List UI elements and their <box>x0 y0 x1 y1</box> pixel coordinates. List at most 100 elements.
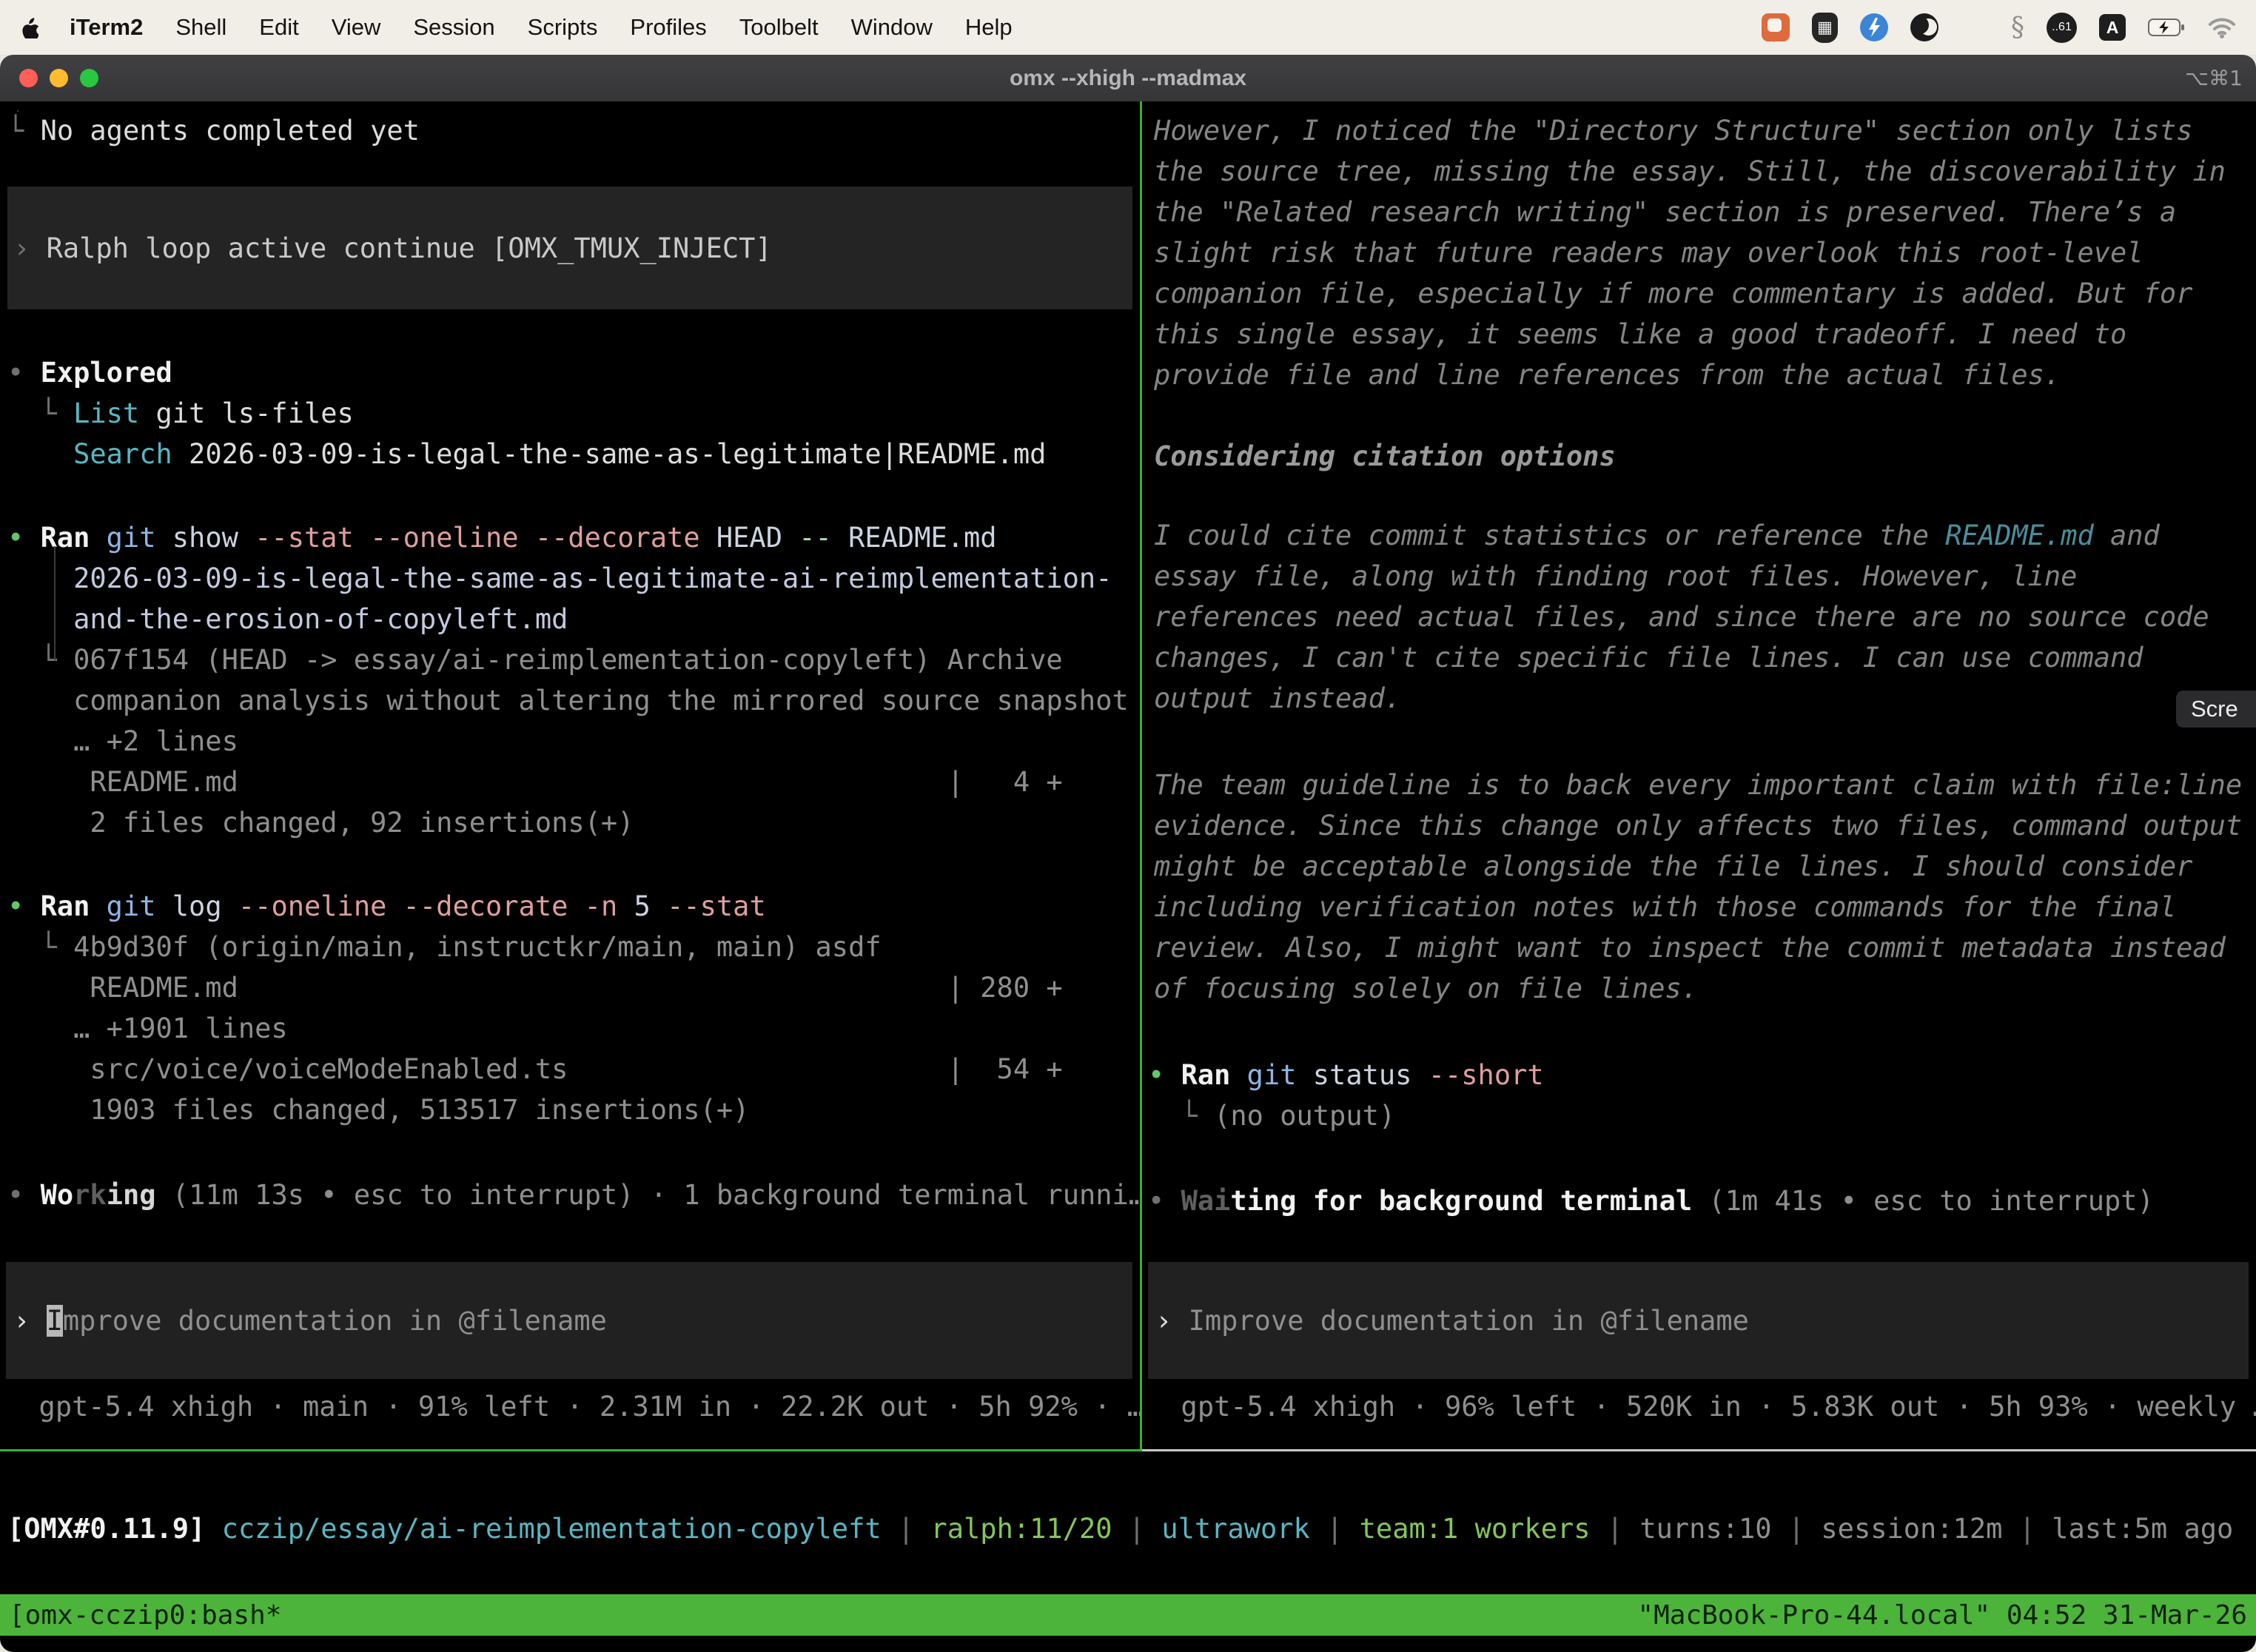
text-segment: Ran <box>1181 1059 1231 1091</box>
screen-overlay-label: Scre <box>2191 696 2238 722</box>
chat-bubble-shape <box>1767 19 1782 32</box>
badge-61-icon[interactable]: ..61 <box>2047 13 2077 43</box>
text-segment: └ <box>7 931 73 963</box>
right-terminal-pane[interactable]: However, I noticed the "Directory Struct… <box>1142 101 2256 1449</box>
status-icon-tray: ▦ § ..61 A <box>1762 13 2237 43</box>
text-segment: companion analysis without altering the … <box>7 685 1129 716</box>
text-segment: | <box>1772 1513 1822 1545</box>
menu-item[interactable]: Window <box>851 14 933 41</box>
tmux-status-bar: [omx-cczip0:bash* "MacBook-Pro-44.local"… <box>0 1594 2256 1636</box>
terminal-line: … +1901 lines <box>7 1008 1140 1049</box>
text-segment: └ <box>7 115 41 147</box>
text-segment: gpt-5.4 xhigh · main · 91% left · 2.31M … <box>6 1391 1140 1423</box>
text-segment: Ran <box>41 522 90 554</box>
terminal-body: └ No agents completed yet › Ralph loop a… <box>0 101 2256 1652</box>
text-segment: session:12m <box>1821 1513 2002 1545</box>
text-segment: provide file and line references from th… <box>1154 359 2061 391</box>
menu-item[interactable]: Scripts <box>528 14 598 41</box>
reasoning-paragraph: However, I noticed the "Directory Struct… <box>1154 110 2256 395</box>
terminal-line: 1903 files changed, 513517 insertions(+) <box>7 1089 1140 1130</box>
menu-item[interactable]: Profiles <box>630 14 706 41</box>
terminal-line: However, I noticed the "Directory Struct… <box>1154 110 2256 151</box>
menu-item[interactable]: Help <box>965 14 1013 41</box>
chat-app-icon[interactable] <box>1762 13 1790 41</box>
lightning-glyph <box>1860 13 1888 41</box>
prompt-input-right[interactable]: › Improve documentation in @filename <box>1148 1262 2249 1379</box>
terminal-line: README.md | 4 + <box>7 762 1140 802</box>
text-segment: › <box>13 232 47 264</box>
tmux-host-clock: "MacBook-Pro-44.local" 04:52 31-Mar-26 <box>1637 1600 2247 1631</box>
terminal-line: slight risk that future readers may over… <box>1154 232 2256 273</box>
tmux-session-name[interactable]: [omx-cczip0:bash* <box>9 1600 281 1631</box>
menu-item[interactable]: Shell <box>175 14 226 41</box>
terminal-line: • Explored <box>7 352 1140 393</box>
text-segment: • <box>1148 1059 1181 1091</box>
wifi-icon[interactable] <box>2207 16 2237 38</box>
text-segment: Wai <box>1181 1185 1231 1217</box>
terminal-line: • Ran git log --oneline --decorate -n 5 … <box>7 886 1140 927</box>
text-segment: I <box>47 1305 63 1337</box>
terminal-line: └ 067f154 (HEAD -> essay/ai-reimplementa… <box>7 639 1140 680</box>
terminal-line: output instead. <box>1154 678 2256 719</box>
menu-item[interactable]: iTerm2 <box>70 14 143 41</box>
text-segment: show <box>156 522 255 554</box>
shield-grid-icon[interactable]: ▦ <box>1812 13 1838 43</box>
text-segment: of focusing solely on file lines. <box>1154 973 1698 1004</box>
terminal-line: README.md | 280 + <box>7 967 1140 1008</box>
crescent-app-icon[interactable] <box>1910 13 1938 41</box>
left-terminal-pane[interactable]: └ No agents completed yet › Ralph loop a… <box>0 101 1140 1449</box>
prompt-input-left[interactable]: › Improve documentation in @filename <box>6 1262 1132 1379</box>
terminal-line: review. Also, I might want to inspect th… <box>1154 927 2256 968</box>
terminal-line: src/voice/voiceModeEnabled.ts | 54 + <box>7 1049 1140 1089</box>
terminal-line: └ No agents completed yet <box>7 110 1140 151</box>
text-segment <box>7 438 73 470</box>
apple-menu-icon[interactable] <box>19 16 38 38</box>
pane-border-bottom-inactive <box>1142 1449 2256 1451</box>
menu-item[interactable]: View <box>332 14 381 41</box>
terminal-line: the "Related research writing" section i… <box>1154 192 2256 232</box>
text-segment: • <box>7 522 41 554</box>
apple-logo-icon <box>19 16 38 38</box>
dots-grid-icon[interactable] <box>1961 13 1989 41</box>
terminal-line: might be acceptable alongside the file l… <box>1154 846 2256 887</box>
text-segment: ralph:11/20 <box>930 1513 1112 1545</box>
keyboard-layout-icon[interactable]: A <box>2099 14 2126 41</box>
text-segment: List <box>73 397 139 429</box>
text-segment: No agents completed yet <box>41 115 420 147</box>
text-segment: team:1 workers <box>1360 1513 1591 1545</box>
text-segment: • <box>7 890 41 922</box>
hook-icon[interactable]: § <box>2011 13 2024 43</box>
text-segment: and-the-erosion-of-copyleft.md <box>7 603 568 635</box>
window-title: omx --xhigh --madmax <box>0 55 2256 101</box>
blue-lightning-icon[interactable] <box>1860 13 1888 41</box>
text-segment: git <box>107 522 156 554</box>
text-segment: mprove documentation in @filename <box>63 1305 607 1337</box>
terminal-line: I could cite commit statistics or refere… <box>1154 515 2256 556</box>
text-segment: README.md <box>1945 520 2093 551</box>
terminal-line: • Ran git show --stat --oneline --decora… <box>7 517 1140 558</box>
text-segment: … +2 lines <box>7 725 238 757</box>
text-segment: ultrawork <box>1161 1513 1309 1545</box>
terminal-line: Search 2026-03-09-is-legal-the-same-as-l… <box>7 434 1140 474</box>
text-segment: README.md | 4 + <box>7 766 1063 798</box>
text-segment: git <box>1247 1059 1297 1091</box>
terminal-line: The team guideline is to back every impo… <box>1154 765 2256 805</box>
menu-item[interactable]: Edit <box>259 14 298 41</box>
prompt-input-text: › Improve documentation in @filename <box>1155 1300 1749 1341</box>
text-segment: --short <box>1429 1059 1544 1091</box>
text-segment: Explored <box>41 357 172 389</box>
screen-overlay-chip[interactable]: Scre <box>2176 691 2256 728</box>
terminal-line: of focusing solely on file lines. <box>1154 968 2256 1009</box>
pane-divider-vertical[interactable] <box>1140 101 1142 1451</box>
menu-item[interactable]: Toolbelt <box>739 14 819 41</box>
text-segment: --stat <box>667 890 766 922</box>
battery-icon[interactable] <box>2148 18 2185 37</box>
menu-item[interactable]: Session <box>413 14 494 41</box>
text-segment: log <box>156 890 238 922</box>
terminal-line: changes, I can't cite specific file line… <box>1154 637 2256 678</box>
text-segment: 067f154 (HEAD -> essay/ai-reimplementati… <box>73 644 1063 676</box>
window-title-bar[interactable]: omx --xhigh --madmax ⌥⌘1 <box>0 55 2256 101</box>
terminal-line: this single essay, it seems like a good … <box>1154 314 2256 355</box>
text-segment: └ <box>1148 1100 1214 1132</box>
text-segment: └ <box>7 397 73 429</box>
